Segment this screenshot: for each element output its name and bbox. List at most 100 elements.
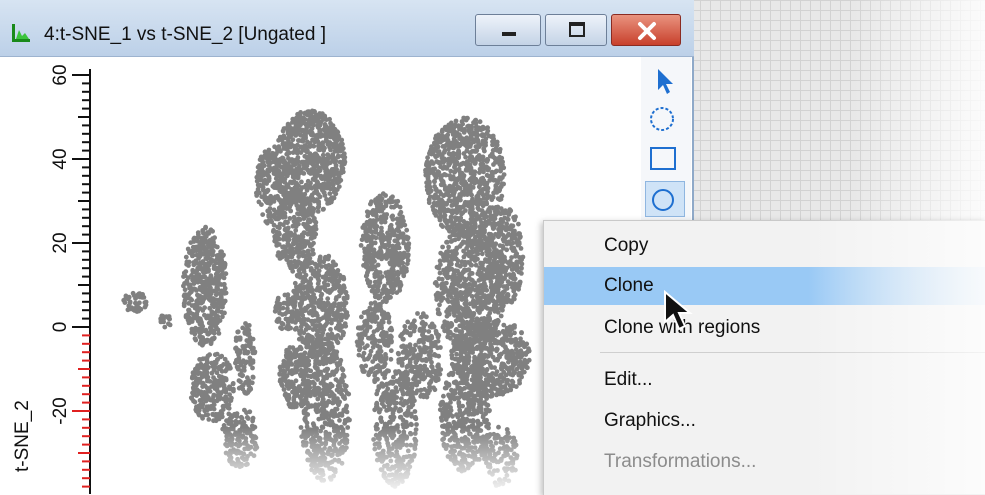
- event-dot: [481, 146, 486, 151]
- event-dot: [325, 296, 330, 301]
- event-dot: [369, 199, 374, 204]
- event-dot: [375, 422, 380, 427]
- event-dot: [364, 273, 369, 278]
- event-dot: [390, 244, 395, 249]
- event-dot: [338, 328, 343, 333]
- event-dot: [340, 413, 345, 418]
- event-dot: [420, 320, 425, 325]
- event-dot: [290, 371, 295, 376]
- event-dot: [308, 369, 313, 374]
- event-dot: [134, 295, 139, 300]
- event-dot: [331, 354, 336, 359]
- minimize-button[interactable]: [475, 14, 541, 46]
- event-dot: [269, 156, 274, 161]
- event-dot: [221, 404, 226, 409]
- event-dot: [382, 243, 387, 248]
- event-dot: [331, 372, 336, 377]
- event-dot: [312, 347, 317, 352]
- event-dot: [213, 386, 218, 391]
- event-dot: [206, 417, 211, 422]
- event-dot: [314, 332, 319, 337]
- event-dot: [162, 325, 167, 330]
- event-dot: [305, 144, 310, 149]
- event-dot: [342, 285, 347, 290]
- event-dot: [313, 262, 318, 267]
- event-dot: [309, 113, 314, 118]
- event-dot: [405, 320, 410, 325]
- event-dot: [342, 151, 347, 156]
- event-dot: [399, 210, 404, 215]
- event-dot: [135, 309, 140, 314]
- event-dot: [417, 338, 422, 343]
- event-dot: [192, 245, 197, 250]
- event-dot: [282, 233, 287, 238]
- event-dot: [409, 422, 414, 427]
- event-dot: [335, 149, 340, 154]
- event-dot: [380, 395, 385, 400]
- event-dot: [359, 335, 364, 340]
- event-dot: [190, 374, 195, 379]
- event-dot: [296, 113, 301, 118]
- event-dot: [413, 409, 418, 414]
- event-dot: [365, 214, 370, 219]
- event-dot: [201, 244, 206, 249]
- event-dot: [422, 358, 427, 363]
- event-dot: [439, 223, 444, 228]
- event-dot: [311, 162, 316, 167]
- event-dot: [336, 173, 341, 178]
- event-dot: [290, 181, 295, 186]
- event-dot: [203, 225, 208, 230]
- event-dot: [418, 364, 423, 369]
- event-dot: [355, 340, 360, 345]
- event-dot: [303, 200, 308, 205]
- event-dot: [199, 340, 204, 345]
- event-dot: [362, 351, 367, 356]
- event-dot: [275, 182, 280, 187]
- event-dot: [400, 337, 405, 342]
- event-dot: [363, 364, 368, 369]
- event-dot: [190, 277, 195, 282]
- event-dot: [294, 236, 299, 241]
- maximize-button[interactable]: [545, 14, 607, 46]
- event-dot: [321, 275, 326, 280]
- event-dot: [293, 327, 298, 332]
- event-dot: [412, 318, 417, 323]
- event-dot: [316, 281, 321, 286]
- event-dot: [200, 275, 205, 280]
- event-dot: [419, 388, 424, 393]
- close-button[interactable]: [611, 14, 681, 46]
- event-dot: [193, 287, 198, 292]
- event-dot: [371, 208, 376, 213]
- event-dot: [413, 416, 418, 421]
- event-dot: [343, 324, 348, 329]
- event-dot: [323, 359, 328, 364]
- event-dot: [303, 296, 308, 301]
- event-dot: [315, 180, 320, 185]
- event-dot: [196, 366, 201, 371]
- event-dot: [297, 164, 302, 169]
- event-dot: [324, 368, 329, 373]
- event-dot: [376, 363, 381, 368]
- event-dot: [280, 383, 285, 388]
- event-dot: [303, 136, 308, 141]
- event-dot: [187, 311, 192, 316]
- event-dot: [206, 395, 211, 400]
- event-dot: [310, 335, 315, 340]
- event-dot: [405, 237, 410, 242]
- event-dot: [377, 207, 382, 212]
- window-titlebar[interactable]: 4:t-SNE_1 vs t-SNE_2 [Ungated ]: [0, 0, 694, 57]
- event-dot: [308, 281, 313, 286]
- event-dot: [324, 162, 329, 167]
- event-dot: [263, 190, 268, 195]
- event-dot: [247, 409, 252, 414]
- event-dot: [406, 241, 411, 246]
- event-dot: [201, 259, 206, 264]
- event-dot: [426, 370, 431, 375]
- event-dot: [404, 375, 409, 380]
- event-dot: [218, 318, 223, 323]
- event-dot: [191, 262, 196, 267]
- event-dot: [478, 119, 483, 124]
- event-dot: [207, 252, 212, 257]
- event-dot: [290, 251, 295, 256]
- y-tick-label: -20: [50, 397, 71, 424]
